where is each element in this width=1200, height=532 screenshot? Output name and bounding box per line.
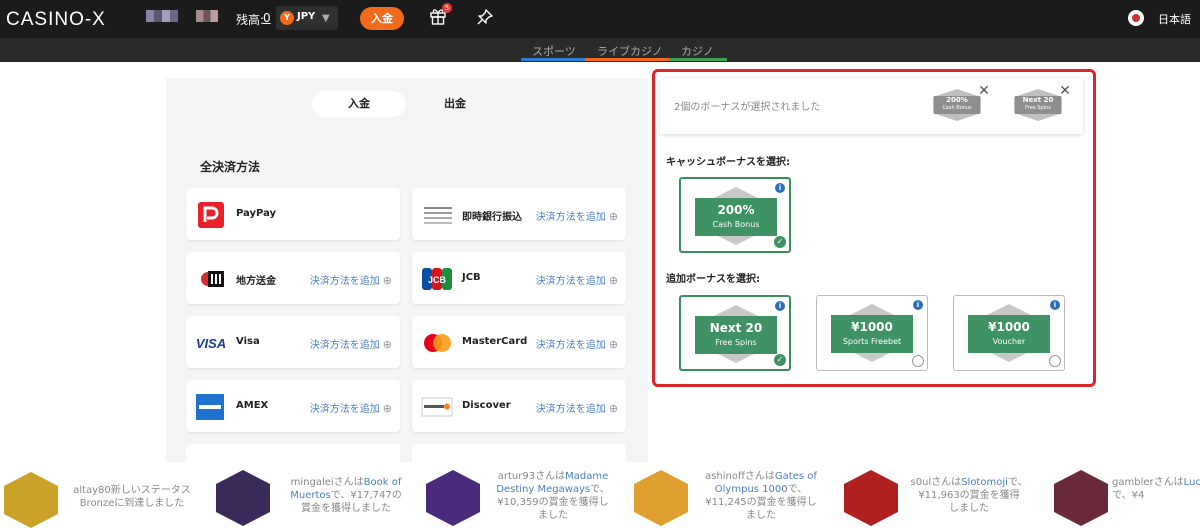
chevron-down-icon: ▼ [322, 13, 330, 24]
payment-method-visa[interactable]: VISA Visa 決済方法を追加 [186, 316, 400, 368]
add-payment-method-link[interactable]: 決済方法を追加 [536, 400, 618, 415]
payment-method-mastercard[interactable]: MasterCard 決済方法を追加 [412, 316, 626, 368]
mastercard-logo [424, 334, 451, 352]
radio-button[interactable] [912, 355, 924, 367]
close-icon[interactable]: ✕ [977, 84, 991, 98]
visa-logo: VISA [196, 336, 226, 351]
tab-casino[interactable]: カジノ [681, 43, 714, 59]
payment-method-jcb[interactable]: JCB JCB 決済方法を追加 [412, 252, 626, 304]
info-icon[interactable]: i [1050, 300, 1060, 310]
tab-live-casino[interactable]: ライブカジノ [597, 43, 663, 59]
ticker-item: artur93さんはMadame Destiny Megawaysで、 ¥10,3… [496, 471, 610, 521]
payment-method-name: PayPay [236, 208, 277, 219]
add-payment-method-link[interactable]: 決済方法を追加 [536, 272, 618, 287]
game-link[interactable]: Lucky Baccarat [1184, 477, 1200, 488]
casino-logo[interactable]: CASINO-X [6, 9, 106, 31]
paypay-logo [198, 202, 224, 228]
add-payment-method-link[interactable]: 決済方法を追加 [310, 272, 392, 287]
tab-sports-underline [521, 58, 585, 61]
svg-text:JCB: JCB [428, 275, 447, 285]
selected-bonuses-text: 2個のボーナスが選択されました [674, 102, 821, 113]
amex-logo [196, 394, 224, 420]
extra-bonus-option-free-spins[interactable]: Next 20 Free Spins i ✓ [679, 295, 791, 371]
payment-method-paypay[interactable]: PayPay [186, 188, 400, 240]
payment-method-partial[interactable] [186, 444, 400, 464]
gift-badge: 5 [442, 3, 452, 13]
payment-method-discover[interactable]: Discover 決済方法を追加 [412, 380, 626, 432]
payment-method-local-remittance[interactable]: 地方送金 決済方法を追加 [186, 252, 400, 304]
add-payment-method-link[interactable]: 決済方法を追加 [536, 208, 618, 223]
deposit-button[interactable]: 入金 [360, 7, 404, 30]
withdraw-toggle[interactable]: 出金 [430, 91, 480, 117]
payment-method-name: JCB [462, 272, 481, 283]
section-title: 全決済方法 [200, 160, 261, 174]
game-thumbnail-icon[interactable] [1054, 470, 1108, 526]
add-payment-method-link[interactable]: 決済方法を追加 [310, 400, 392, 415]
currency-selector[interactable]: Y JPY ▼ [276, 6, 338, 30]
local-remittance-icon [201, 271, 224, 287]
game-thumbnail-icon[interactable] [216, 470, 270, 526]
payment-method-name: 即時銀行振込 [462, 212, 522, 223]
tab-live-casino-underline [585, 58, 669, 61]
game-thumbnail-icon[interactable] [426, 470, 480, 526]
payment-method-name: MasterCard [462, 336, 528, 347]
check-icon: ✓ [774, 236, 786, 248]
balance-label: 残高: [236, 13, 265, 27]
svg-text:VISA: VISA [196, 336, 226, 351]
bonus-label: ¥1000 Voucher [968, 315, 1050, 353]
payment-method-name: 地方送金 [236, 276, 276, 287]
check-icon: ✓ [774, 354, 786, 366]
extra-bonus-heading: 追加ボーナスを選択: [666, 274, 760, 285]
ticker-item: mingaleiさんはBook of Muertosで、¥17,747の 賞金を獲… [290, 477, 402, 514]
ticker-item: gamblerさんはLucky Baccaratで、¥4 [1112, 476, 1200, 502]
selected-bonus-chip: Next 20 Free Spins [1014, 89, 1062, 121]
payment-method-name: AMEX [236, 400, 269, 411]
bank-transfer-icon [424, 207, 452, 224]
payment-method-name: Visa [236, 336, 260, 347]
game-link[interactable]: Slotomoji [961, 477, 1008, 488]
payment-method-amex[interactable]: AMEX 決済方法を追加 [186, 380, 400, 432]
currency-code: JPY [297, 11, 316, 22]
selected-bonus-chip: 200% Cash Bonus [933, 89, 981, 121]
chip-label: Next 20 Free Spins [1015, 96, 1061, 114]
ticker-item: s0ulさんはSlotomojiで、 ¥11,963の賞金を獲得 しました [910, 477, 1028, 514]
game-thumbnail-icon[interactable] [634, 470, 688, 526]
payment-method-name: Discover [462, 400, 511, 411]
ticker-item: ashinoffさんはGates of Olympus 1000で、 ¥11,24… [705, 471, 817, 521]
add-payment-method-link[interactable]: 決済方法を追加 [536, 336, 618, 351]
payment-method-partial[interactable] [412, 444, 626, 464]
info-icon[interactable]: i [775, 301, 785, 311]
status-badge-icon [4, 472, 58, 528]
game-thumbnail-icon[interactable] [844, 470, 898, 526]
info-icon[interactable]: i [913, 300, 923, 310]
discover-logo [421, 397, 453, 417]
blurred-avatar [196, 10, 218, 22]
balance-value[interactable]: 0 [263, 11, 271, 25]
blurred-username [146, 10, 178, 22]
yen-coin-icon: Y [280, 11, 294, 25]
bonus-label: 200% Cash Bonus [695, 198, 777, 236]
tab-casino-underline [669, 58, 727, 61]
close-icon[interactable]: ✕ [1058, 84, 1072, 98]
pin-icon[interactable] [476, 8, 494, 26]
deposit-toggle[interactable]: 入金 [312, 91, 406, 117]
bonus-label: Next 20 Free Spins [695, 316, 777, 354]
jcb-logo: JCB [422, 268, 452, 290]
extra-bonus-option-sports-freebet[interactable]: ¥1000 Sports Freebet i [816, 295, 928, 371]
chip-label: 200% Cash Bonus [934, 96, 980, 114]
info-icon[interactable]: i [775, 183, 785, 193]
bonus-label: ¥1000 Sports Freebet [831, 315, 913, 353]
language-label[interactable]: 日本語 [1158, 11, 1191, 27]
radio-button[interactable] [1049, 355, 1061, 367]
extra-bonus-option-voucher[interactable]: ¥1000 Voucher i [953, 295, 1065, 371]
payment-method-bank-transfer[interactable]: 即時銀行振込 決済方法を追加 [412, 188, 626, 240]
ticker-item: altay80新しいステータス Bronzeに到達しました [73, 485, 191, 509]
japan-flag-icon[interactable] [1128, 10, 1144, 26]
add-payment-method-link[interactable]: 決済方法を追加 [310, 336, 392, 351]
top-bar: CASINO-X 残高: 0 Y JPY ▼ 入金 5 日本語 [0, 0, 1200, 38]
cash-bonus-heading: キャッシュボーナスを選択: [666, 157, 790, 168]
tab-sports[interactable]: スポーツ [532, 43, 576, 59]
cash-bonus-option[interactable]: 200% Cash Bonus i ✓ [679, 177, 791, 253]
